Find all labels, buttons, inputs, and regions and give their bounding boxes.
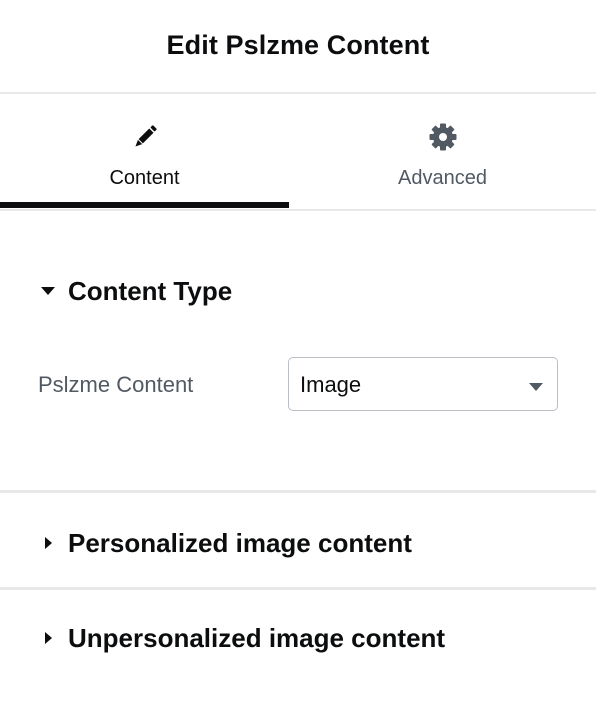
section-unpersonalized-header[interactable]: Unpersonalized image content <box>0 621 596 655</box>
panel-title: Edit Pslzme Content <box>166 29 430 60</box>
tab-content-label: Content <box>109 167 180 189</box>
caret-down-icon <box>40 283 56 299</box>
section-content-type-header[interactable]: Content Type <box>0 274 596 308</box>
pslzme-content-label: Pslzme Content <box>38 372 194 397</box>
pencil-icon <box>129 121 161 153</box>
section-content-type-title: Content Type <box>68 275 233 306</box>
active-tab-indicator <box>0 202 289 208</box>
tab-content[interactable]: Content <box>0 94 289 209</box>
pslzme-content-select-value: Image <box>300 372 362 397</box>
caret-right-icon <box>40 630 56 646</box>
panel-header: Edit Pslzme Content <box>0 0 596 94</box>
section-divider <box>0 490 596 493</box>
tab-advanced[interactable]: Advanced <box>298 94 587 209</box>
caret-right-icon <box>40 535 56 551</box>
section-unpersonalized-title: Unpersonalized image content <box>68 622 446 653</box>
section-personalized-title: Personalized image content <box>68 527 412 558</box>
gear-icon <box>427 121 459 153</box>
tab-advanced-label: Advanced <box>398 167 487 189</box>
tab-bar: Content Advanced <box>0 94 596 211</box>
pslzme-content-select[interactable]: Image <box>288 357 558 411</box>
chevron-down-icon <box>528 379 544 391</box>
section-divider <box>0 587 596 590</box>
section-personalized-header[interactable]: Personalized image content <box>0 526 596 560</box>
